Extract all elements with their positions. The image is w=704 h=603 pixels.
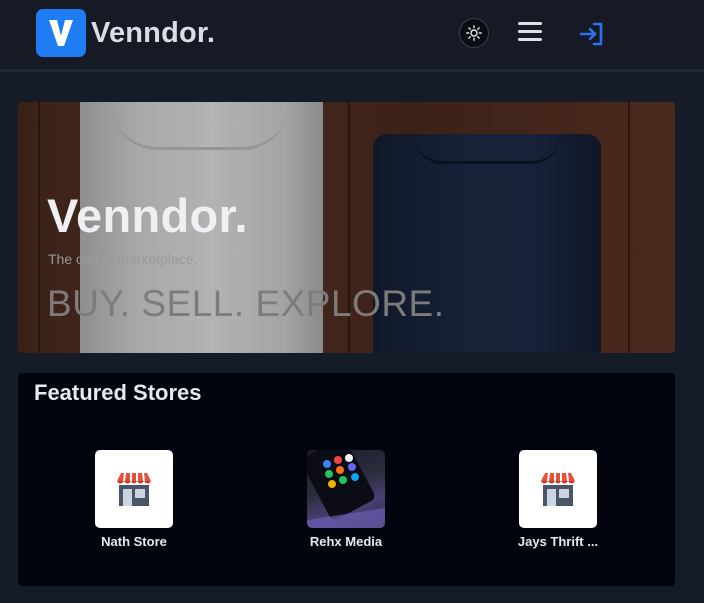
login-button[interactable]: [578, 20, 606, 48]
theme-toggle-button[interactable]: [459, 18, 489, 48]
store-card-jays-thrift[interactable]: Jays Thrift ...: [493, 450, 623, 549]
store-name: Jays Thrift ...: [517, 534, 599, 549]
store-card-rehx-media[interactable]: Rehx Media: [281, 450, 411, 549]
section-title: Featured Stores: [34, 380, 202, 405]
featured-stores-section: Featured Stores Nath Store Rehx Media Ja…: [18, 373, 675, 586]
store-card-nath-store[interactable]: Nath Store: [69, 450, 199, 549]
top-navbar: Venndor.: [0, 0, 704, 72]
hero-subtitle: The online marketplace.: [48, 251, 198, 267]
brand-logo-icon: [36, 9, 86, 57]
store-name: Nath Store: [101, 534, 167, 549]
store-name: Rehx Media: [309, 534, 383, 549]
store-thumbnail-image: [307, 450, 385, 528]
storefront-icon: [95, 450, 173, 528]
storefront-icon: [519, 450, 597, 528]
sun-icon: [466, 25, 482, 41]
hamburger-menu-icon[interactable]: [518, 22, 542, 44]
hero-title: Venndor.: [47, 189, 248, 242]
brand-name: Venndor.: [91, 16, 216, 49]
brand-link[interactable]: Venndor.: [36, 9, 215, 57]
hero-tagline: BUY. SELL. EXPLORE.: [47, 283, 445, 324]
hero-banner: Venndor. The online marketplace. BUY. SE…: [18, 102, 675, 353]
login-icon: [579, 22, 603, 46]
